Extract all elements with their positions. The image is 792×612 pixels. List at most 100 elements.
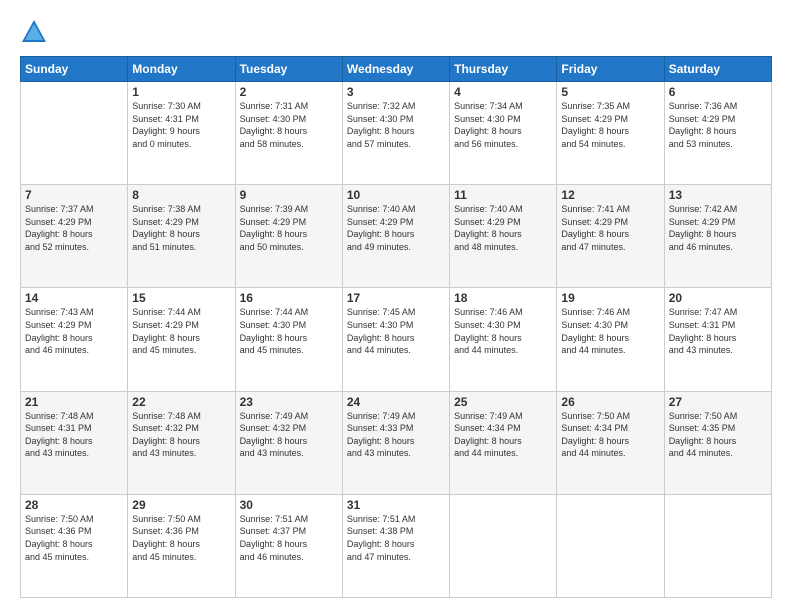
calendar-week-row: 14Sunrise: 7:43 AM Sunset: 4:29 PM Dayli… (21, 288, 772, 391)
day-number: 29 (132, 498, 230, 512)
calendar-week-row: 21Sunrise: 7:48 AM Sunset: 4:31 PM Dayli… (21, 391, 772, 494)
calendar-cell: 8Sunrise: 7:38 AM Sunset: 4:29 PM Daylig… (128, 185, 235, 288)
calendar-cell: 27Sunrise: 7:50 AM Sunset: 4:35 PM Dayli… (664, 391, 771, 494)
day-number: 5 (561, 85, 659, 99)
day-number: 9 (240, 188, 338, 202)
calendar-cell: 30Sunrise: 7:51 AM Sunset: 4:37 PM Dayli… (235, 494, 342, 597)
day-info: Sunrise: 7:50 AM Sunset: 4:34 PM Dayligh… (561, 410, 659, 460)
day-number: 18 (454, 291, 552, 305)
calendar-cell: 22Sunrise: 7:48 AM Sunset: 4:32 PM Dayli… (128, 391, 235, 494)
day-info: Sunrise: 7:49 AM Sunset: 4:33 PM Dayligh… (347, 410, 445, 460)
day-info: Sunrise: 7:40 AM Sunset: 4:29 PM Dayligh… (347, 203, 445, 253)
day-info: Sunrise: 7:42 AM Sunset: 4:29 PM Dayligh… (669, 203, 767, 253)
calendar-cell: 1Sunrise: 7:30 AM Sunset: 4:31 PM Daylig… (128, 82, 235, 185)
day-info: Sunrise: 7:41 AM Sunset: 4:29 PM Dayligh… (561, 203, 659, 253)
day-number: 1 (132, 85, 230, 99)
weekday-header: Monday (128, 57, 235, 82)
weekday-header: Tuesday (235, 57, 342, 82)
calendar-cell: 6Sunrise: 7:36 AM Sunset: 4:29 PM Daylig… (664, 82, 771, 185)
day-number: 26 (561, 395, 659, 409)
calendar-cell (21, 82, 128, 185)
calendar-week-row: 1Sunrise: 7:30 AM Sunset: 4:31 PM Daylig… (21, 82, 772, 185)
day-number: 23 (240, 395, 338, 409)
day-info: Sunrise: 7:44 AM Sunset: 4:30 PM Dayligh… (240, 306, 338, 356)
calendar-cell: 2Sunrise: 7:31 AM Sunset: 4:30 PM Daylig… (235, 82, 342, 185)
calendar-cell: 16Sunrise: 7:44 AM Sunset: 4:30 PM Dayli… (235, 288, 342, 391)
day-info: Sunrise: 7:49 AM Sunset: 4:34 PM Dayligh… (454, 410, 552, 460)
calendar-cell (450, 494, 557, 597)
calendar-cell: 26Sunrise: 7:50 AM Sunset: 4:34 PM Dayli… (557, 391, 664, 494)
day-number: 2 (240, 85, 338, 99)
calendar-header: SundayMondayTuesdayWednesdayThursdayFrid… (21, 57, 772, 82)
calendar-cell: 20Sunrise: 7:47 AM Sunset: 4:31 PM Dayli… (664, 288, 771, 391)
day-number: 24 (347, 395, 445, 409)
page: SundayMondayTuesdayWednesdayThursdayFrid… (0, 0, 792, 612)
day-number: 12 (561, 188, 659, 202)
calendar-cell: 4Sunrise: 7:34 AM Sunset: 4:30 PM Daylig… (450, 82, 557, 185)
day-info: Sunrise: 7:36 AM Sunset: 4:29 PM Dayligh… (669, 100, 767, 150)
day-number: 4 (454, 85, 552, 99)
day-info: Sunrise: 7:50 AM Sunset: 4:35 PM Dayligh… (669, 410, 767, 460)
calendar-cell: 29Sunrise: 7:50 AM Sunset: 4:36 PM Dayli… (128, 494, 235, 597)
day-info: Sunrise: 7:47 AM Sunset: 4:31 PM Dayligh… (669, 306, 767, 356)
calendar-cell: 28Sunrise: 7:50 AM Sunset: 4:36 PM Dayli… (21, 494, 128, 597)
calendar: SundayMondayTuesdayWednesdayThursdayFrid… (20, 56, 772, 598)
day-number: 22 (132, 395, 230, 409)
calendar-cell: 31Sunrise: 7:51 AM Sunset: 4:38 PM Dayli… (342, 494, 449, 597)
day-number: 19 (561, 291, 659, 305)
day-info: Sunrise: 7:49 AM Sunset: 4:32 PM Dayligh… (240, 410, 338, 460)
calendar-cell: 12Sunrise: 7:41 AM Sunset: 4:29 PM Dayli… (557, 185, 664, 288)
weekday-header: Thursday (450, 57, 557, 82)
calendar-cell: 19Sunrise: 7:46 AM Sunset: 4:30 PM Dayli… (557, 288, 664, 391)
day-info: Sunrise: 7:51 AM Sunset: 4:38 PM Dayligh… (347, 513, 445, 563)
day-number: 8 (132, 188, 230, 202)
day-info: Sunrise: 7:48 AM Sunset: 4:31 PM Dayligh… (25, 410, 123, 460)
day-number: 27 (669, 395, 767, 409)
day-info: Sunrise: 7:39 AM Sunset: 4:29 PM Dayligh… (240, 203, 338, 253)
day-number: 17 (347, 291, 445, 305)
day-info: Sunrise: 7:48 AM Sunset: 4:32 PM Dayligh… (132, 410, 230, 460)
day-info: Sunrise: 7:34 AM Sunset: 4:30 PM Dayligh… (454, 100, 552, 150)
calendar-cell: 14Sunrise: 7:43 AM Sunset: 4:29 PM Dayli… (21, 288, 128, 391)
day-number: 13 (669, 188, 767, 202)
calendar-cell: 21Sunrise: 7:48 AM Sunset: 4:31 PM Dayli… (21, 391, 128, 494)
day-number: 14 (25, 291, 123, 305)
weekday-header: Wednesday (342, 57, 449, 82)
calendar-cell: 18Sunrise: 7:46 AM Sunset: 4:30 PM Dayli… (450, 288, 557, 391)
day-info: Sunrise: 7:51 AM Sunset: 4:37 PM Dayligh… (240, 513, 338, 563)
day-info: Sunrise: 7:45 AM Sunset: 4:30 PM Dayligh… (347, 306, 445, 356)
day-info: Sunrise: 7:43 AM Sunset: 4:29 PM Dayligh… (25, 306, 123, 356)
day-info: Sunrise: 7:44 AM Sunset: 4:29 PM Dayligh… (132, 306, 230, 356)
calendar-cell: 13Sunrise: 7:42 AM Sunset: 4:29 PM Dayli… (664, 185, 771, 288)
logo (20, 18, 52, 46)
day-info: Sunrise: 7:46 AM Sunset: 4:30 PM Dayligh… (561, 306, 659, 356)
calendar-cell: 9Sunrise: 7:39 AM Sunset: 4:29 PM Daylig… (235, 185, 342, 288)
calendar-body: 1Sunrise: 7:30 AM Sunset: 4:31 PM Daylig… (21, 82, 772, 598)
day-number: 20 (669, 291, 767, 305)
day-number: 30 (240, 498, 338, 512)
calendar-cell: 25Sunrise: 7:49 AM Sunset: 4:34 PM Dayli… (450, 391, 557, 494)
day-number: 7 (25, 188, 123, 202)
calendar-week-row: 28Sunrise: 7:50 AM Sunset: 4:36 PM Dayli… (21, 494, 772, 597)
calendar-cell: 7Sunrise: 7:37 AM Sunset: 4:29 PM Daylig… (21, 185, 128, 288)
calendar-cell (664, 494, 771, 597)
day-number: 15 (132, 291, 230, 305)
day-info: Sunrise: 7:50 AM Sunset: 4:36 PM Dayligh… (25, 513, 123, 563)
weekday-header: Saturday (664, 57, 771, 82)
day-number: 25 (454, 395, 552, 409)
day-number: 10 (347, 188, 445, 202)
calendar-cell: 24Sunrise: 7:49 AM Sunset: 4:33 PM Dayli… (342, 391, 449, 494)
day-info: Sunrise: 7:46 AM Sunset: 4:30 PM Dayligh… (454, 306, 552, 356)
calendar-week-row: 7Sunrise: 7:37 AM Sunset: 4:29 PM Daylig… (21, 185, 772, 288)
calendar-cell: 23Sunrise: 7:49 AM Sunset: 4:32 PM Dayli… (235, 391, 342, 494)
day-number: 31 (347, 498, 445, 512)
day-number: 11 (454, 188, 552, 202)
day-info: Sunrise: 7:35 AM Sunset: 4:29 PM Dayligh… (561, 100, 659, 150)
calendar-cell (557, 494, 664, 597)
weekday-header: Friday (557, 57, 664, 82)
calendar-cell: 15Sunrise: 7:44 AM Sunset: 4:29 PM Dayli… (128, 288, 235, 391)
day-number: 3 (347, 85, 445, 99)
calendar-cell: 17Sunrise: 7:45 AM Sunset: 4:30 PM Dayli… (342, 288, 449, 391)
day-number: 21 (25, 395, 123, 409)
day-info: Sunrise: 7:31 AM Sunset: 4:30 PM Dayligh… (240, 100, 338, 150)
